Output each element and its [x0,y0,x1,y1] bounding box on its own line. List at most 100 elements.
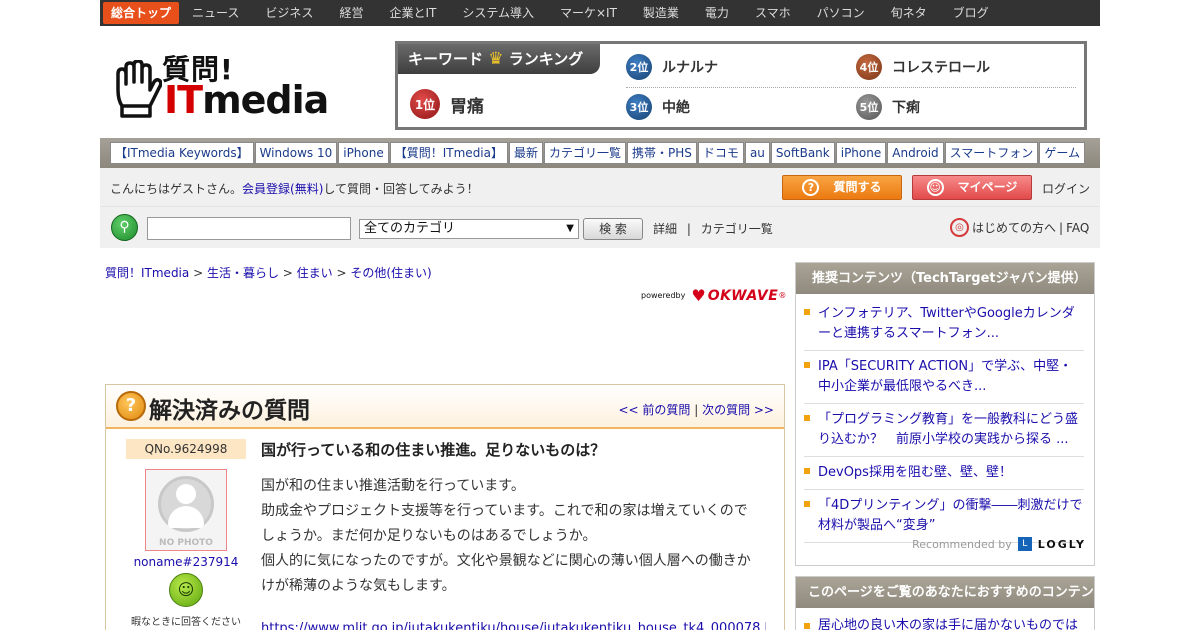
ask-question-button[interactable]: ? 質問する [782,175,902,200]
no-photo-label: NO PHOTO [159,538,213,548]
keyword-link[interactable]: iPhone [338,142,389,164]
suggested-content-panel: このページをご覧のあなたにおすすめのコンテンツ 居心地の良い木の家は手に届かない… [795,576,1095,630]
rank-medal-1-icon: 1位 [410,89,440,119]
topnav-item-blog[interactable]: ブログ [940,0,1002,26]
ranking-divider [626,87,1076,88]
heart-icon: ♥ [691,286,706,305]
topnav-item-business[interactable]: ビジネス [252,0,326,26]
ranking-item-3[interactable]: 3位 中絶 [626,94,690,120]
keyword-bar: 【ITmedia Keywords】 Windows 10 iPhone 【質問… [100,138,1100,168]
breadcrumb-item[interactable]: その他(住まい) [350,266,431,280]
question-body-line: 国が和の住まい推進活動を行っています。 [261,478,525,494]
advanced-search-link[interactable]: 詳細 [653,222,677,236]
avatar: NO PHOTO [145,469,227,551]
resolved-question-title: 解決済みの質問 [149,398,310,424]
next-question-link[interactable]: 次の質問 >> [702,403,774,417]
question-nav-divider: | [690,403,703,417]
recommended-link[interactable]: インフォテリア、TwitterやGoogleカレンダーと連携するスマートフォン.… [818,306,1075,341]
faq-link[interactable]: FAQ [1066,221,1089,235]
keyword-link[interactable]: au [744,142,770,164]
topnav-item-smartphone[interactable]: スマホ [742,0,804,26]
ranking-item-2[interactable]: 2位 ルナルナ [626,54,718,80]
topnav-item-trending[interactable]: 旬ネタ [878,0,940,26]
rank-medal-4-icon: 4位 [856,54,882,80]
question-header: ? 解決済みの質問 << 前の質問 | 次の質問 >> [106,385,784,429]
breadcrumb-item[interactable]: 質問！ITmedia [105,266,189,280]
recommended-link[interactable]: IPA「SECURITY ACTION」で学ぶ、中堅・中小企業が最低限やるべき.… [818,359,1072,394]
help-links: ◎ はじめての方へ | FAQ [950,218,1089,237]
keyword-link[interactable]: ドコモ [697,142,744,164]
question-title: 国が行っている和の住まい推進。足りないものは？ [261,441,606,459]
list-item: 「プログラミング教育」を一般教科にどう盛り込むか？ 前原小学校の実践から探る .… [804,404,1084,457]
mypage-button[interactable]: ☺ マイページ [912,175,1032,200]
ranking-item-1[interactable]: 1位 胃痛 [410,89,484,119]
category-select[interactable]: 全てのカテゴリ ▼ [359,219,579,239]
ranking-title-text2: ランキング [508,50,584,68]
keyword-link[interactable]: iPhone [835,142,887,164]
topnav-item-pc[interactable]: パソコン [804,0,878,26]
recommended-content-title: 推奨コンテンツ（TechTargetジャパン提供） [796,263,1094,294]
topnav-item-top[interactable]: 総合トップ [103,2,180,24]
keyword-link[interactable]: 【質問！ITmedia】 [389,142,508,164]
breadcrumb: 質問！ITmedia > 生活・暮らし > 住まい > その他(住まい) [105,264,432,281]
list-item: 居心地の良い木の家は手に届かないものでは [804,612,1084,630]
keyword-link[interactable]: カテゴリ一覧 [544,142,627,164]
topnav-item-manufacturing[interactable]: 製造業 [630,0,692,26]
keyword-link[interactable]: 携帯・PHS [627,142,697,164]
first-time-link[interactable]: はじめての方へ [972,219,1056,236]
topnav-item-system[interactable]: システム導入 [449,0,547,26]
prev-question-link[interactable]: << 前の質問 [618,403,690,417]
urgency-label: 暇なときに回答ください [131,617,241,628]
recommended-link[interactable]: 「プログラミング教育」を一般教科にどう盛り込むか？ 前原小学校の実践から探る .… [818,412,1078,447]
login-link[interactable]: ログイン [1042,180,1090,197]
question-icon: ? [116,391,146,421]
suggested-list: 居心地の良い木の家は手に届かないものでは [796,608,1094,630]
search-button[interactable]: 検 索 [583,218,643,240]
keyword-link[interactable]: Android [887,142,944,164]
topnav-item-enterprise-it[interactable]: 企業とIT [376,0,449,26]
category-list-link[interactable]: カテゴリ一覧 [701,222,773,236]
search-links: 詳細 | カテゴリ一覧 [653,220,773,237]
topnav-item-power[interactable]: 電力 [692,0,742,26]
rank-medal-2-icon: 2位 [626,54,652,80]
question-body: 国が和の住まい推進活動を行っています。 助成金やプロジェクト支援等を行っています… [261,474,766,599]
smiley-icon: ☺ [926,179,944,196]
search-icon: ⚲ [111,214,138,241]
ranking-item-4[interactable]: 4位 コレステロール [856,54,990,80]
logo-text-it: IT [164,78,203,122]
keyword-link[interactable]: スマートフォン [944,142,1039,164]
welcome-bar: こんにちはゲストさん。会員登録(無料)して質問・回答してみよう！ ? 質問する ☺… [100,168,1100,206]
search-input[interactable] [147,217,351,240]
ranking-item-5[interactable]: 5位 下痢 [856,94,920,120]
recommended-by[interactable]: Recommended by L LOGLY [912,537,1086,551]
powered-by-okwave[interactable]: poweredby ♥ OKWAVE ® [641,286,786,305]
ranking-word-3: 中絶 [662,100,690,116]
logo-text-itmedia: ITmedia [164,78,329,122]
keyword-link[interactable]: SoftBank [770,142,835,164]
topnav-item-marketing[interactable]: マーケ×IT [547,0,630,26]
suggested-link[interactable]: 居心地の良い木の家は手に届かないものでは [818,618,1078,630]
avatar-head-shape [176,484,196,504]
keyword-link[interactable]: Windows 10 [254,142,338,164]
keyword-link[interactable]: 【ITmedia Keywords】 [110,142,254,164]
question-body-line: けが稀薄のような気もします。 [261,578,456,594]
recommended-link[interactable]: DevOps採用を阻む壁、壁、壁！ [818,465,1012,480]
asker-username[interactable]: noname#237914 [126,555,246,569]
topnav-item-management[interactable]: 経営 [326,0,376,26]
question-body-line: しょうか。まだ何か足りないものはあるでしょうか。 [261,528,597,544]
keyword-link[interactable]: ゲーム [1039,142,1085,164]
breadcrumb-item[interactable]: 生活・暮らし [207,266,279,280]
keyword-link[interactable]: 最新 [509,142,544,164]
registered-mark: ® [778,291,787,300]
question-body-line: 助成金やプロジェクト支援等を行っています。これで和の家は増えていくので [261,503,748,519]
register-link[interactable]: 会員登録(無料) [242,182,323,196]
logly-logo-text: LOGLY [1037,537,1086,551]
site-logo[interactable]: 質問! ITmedia [112,48,329,124]
breadcrumb-item[interactable]: 住まい [297,266,333,280]
chevron-down-icon: ▼ [566,223,574,234]
ask-question-label: 質問する [833,180,882,194]
topnav-item-news[interactable]: ニュース [179,0,252,26]
breadcrumb-separator: > [332,266,351,280]
question-reference-link[interactable]: https://www.mlit.go.jp/jutakukentiku/hou… [261,621,766,630]
recommended-link[interactable]: 「4Dプリンティング」の衝撃――刺激だけで材料が製品へ“変身” [818,498,1083,533]
